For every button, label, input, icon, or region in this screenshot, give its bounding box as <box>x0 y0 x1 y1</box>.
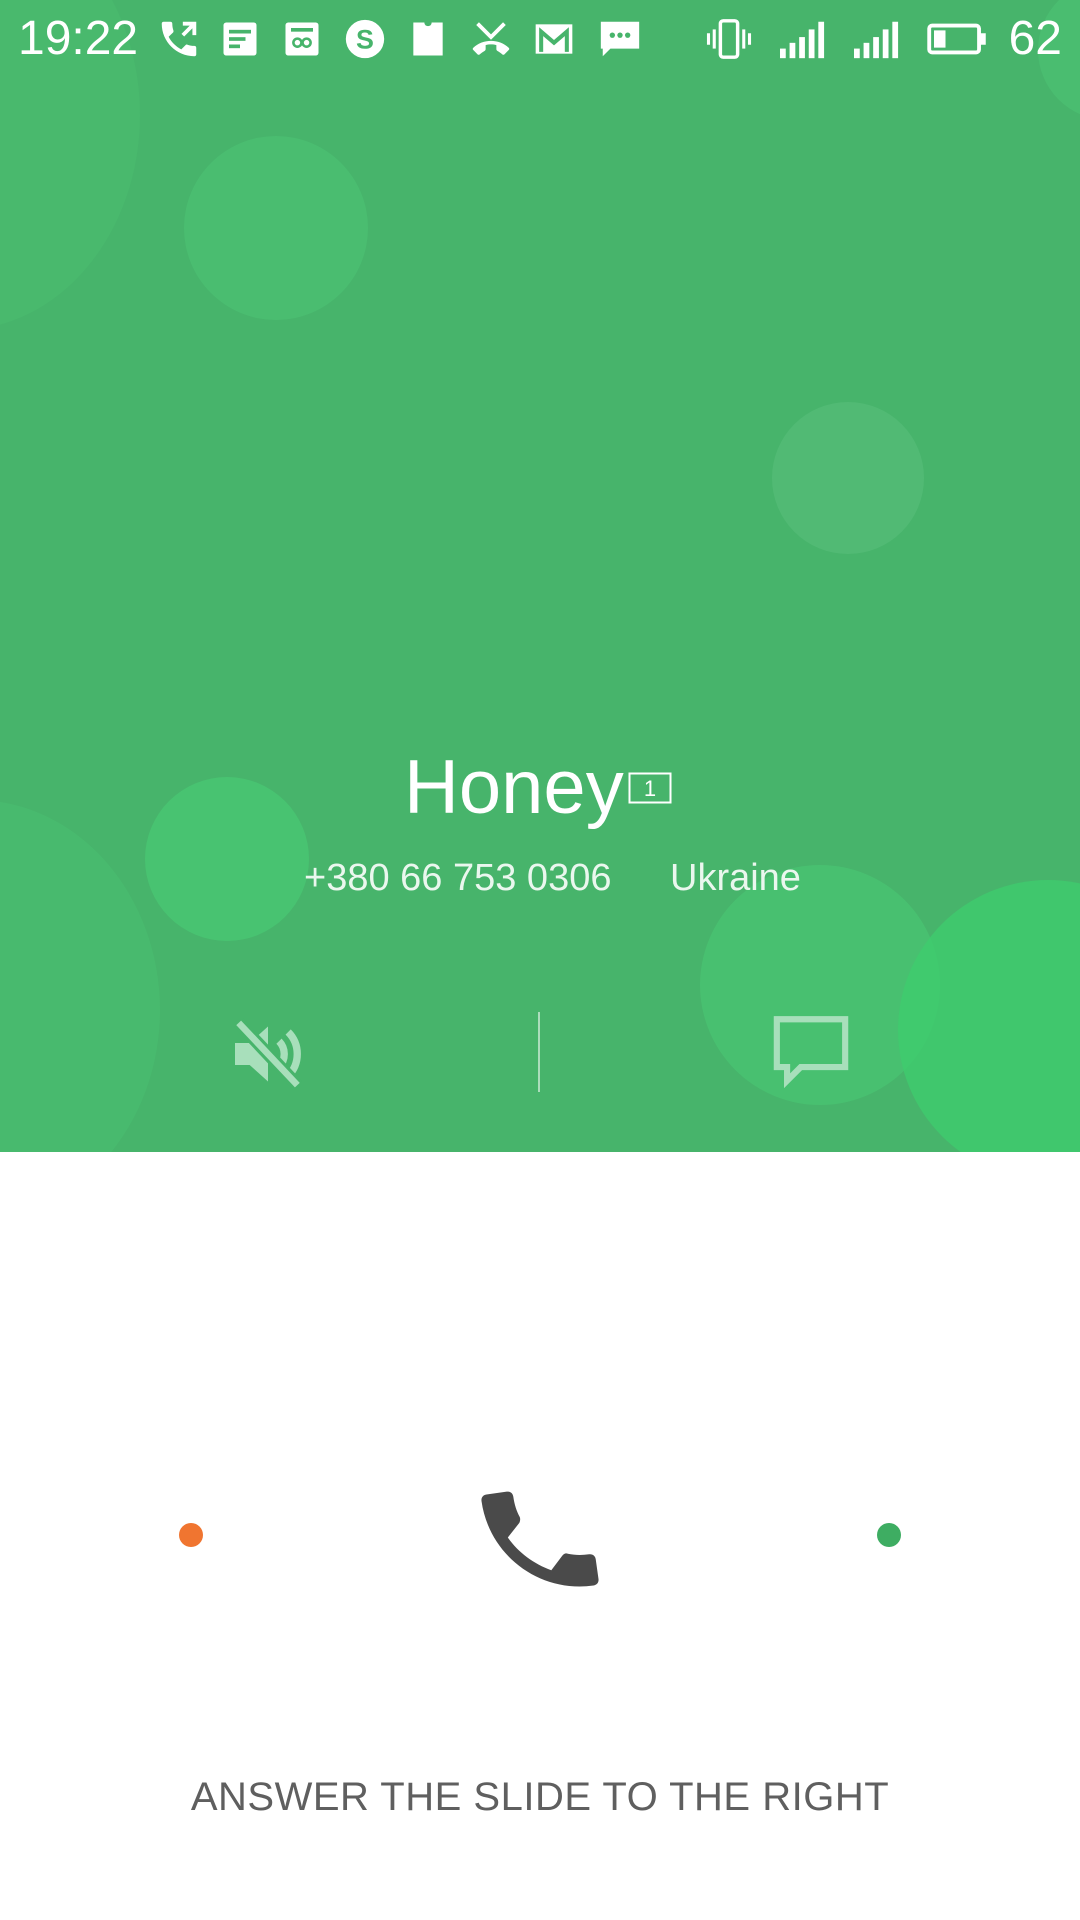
caller-number: +380 66 753 0306 <box>304 857 612 899</box>
phone-handset-icon[interactable] <box>470 1470 610 1610</box>
decorative-bubble <box>0 800 160 1152</box>
battery-icon <box>927 23 986 55</box>
decorative-bubble <box>184 136 368 320</box>
signal-sim1-icon <box>780 21 825 59</box>
gmail-icon <box>535 24 573 54</box>
sim-slot-number: 1 <box>644 776 656 801</box>
message-bubble-icon[interactable] <box>770 1012 852 1088</box>
answer-target-dot[interactable] <box>877 1523 901 1547</box>
decorative-bubble <box>772 402 924 554</box>
status-bar: 19:22 S 62 <box>0 0 1080 76</box>
sd-card-icon <box>413 22 443 56</box>
incoming-call-screen: 19:22 S 62 Honey 1 +380 66 753 0306 Ukra… <box>0 0 1080 1920</box>
decorative-bubble <box>145 777 309 941</box>
caller-panel: 19:22 S 62 Honey 1 +380 66 753 0306 Ukra… <box>0 0 1080 1152</box>
spreadsheet-icon <box>285 22 319 56</box>
call-forwarded-icon <box>161 21 197 57</box>
answer-hint: ANSWER THE SLIDE TO THE RIGHT <box>190 1775 890 1819</box>
speaker-muted-icon[interactable] <box>224 1010 312 1098</box>
missed-call-icon <box>472 22 510 55</box>
sim-slot-badge: 1 <box>628 772 672 804</box>
status-time: 19:22 <box>18 12 139 65</box>
action-divider <box>538 1012 540 1092</box>
skype-icon: S <box>345 19 385 59</box>
decorative-bubble <box>898 880 1080 1152</box>
vibrate-icon <box>706 19 752 59</box>
caller-name: Honey <box>404 745 624 830</box>
document-icon <box>223 22 257 56</box>
caller-country: Ukraine <box>670 857 801 899</box>
message-icon <box>600 21 640 57</box>
svg-text:S: S <box>356 25 374 55</box>
decline-target-dot[interactable] <box>179 1523 203 1547</box>
signal-sim2-icon <box>854 21 899 59</box>
battery-percent: 62 <box>1008 12 1062 65</box>
